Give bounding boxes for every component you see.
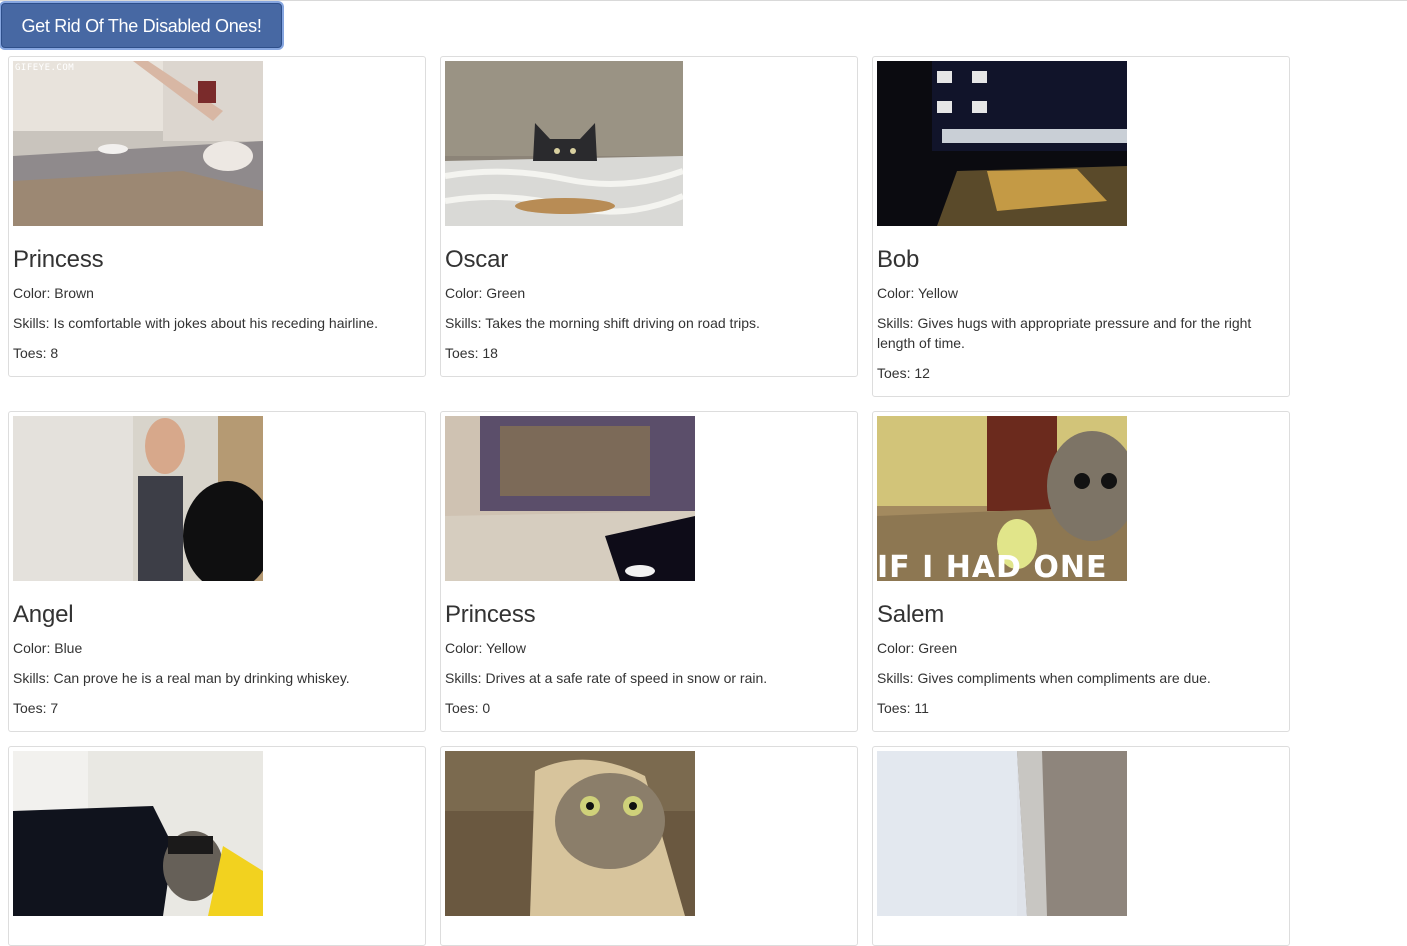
cat-toes: Toes: 18 bbox=[445, 345, 498, 361]
cat-toes: Toes: 11 bbox=[877, 700, 929, 716]
cat-card: IF I HAD ONE Salem Color: Green Skills: … bbox=[872, 411, 1290, 732]
cat-toes: Toes: 12 bbox=[877, 365, 930, 381]
cat-image bbox=[13, 416, 263, 581]
cat-skills: Skills: Gives hugs with appropriate pres… bbox=[877, 315, 1252, 351]
cat-card bbox=[440, 746, 858, 946]
cat-card: Oscar Color: Green Skills: Takes the mor… bbox=[440, 56, 858, 377]
cat-color: Color: Blue bbox=[13, 640, 83, 656]
get-rid-of-disabled-button[interactable]: Get Rid Of The Disabled Ones! bbox=[1, 3, 282, 48]
cat-toes: Toes: 7 bbox=[13, 700, 59, 716]
cat-toes: Toes: 0 bbox=[445, 700, 491, 716]
cat-image bbox=[445, 61, 683, 226]
cat-name: Bob bbox=[877, 246, 920, 273]
cat-card bbox=[872, 746, 1290, 946]
cat-skills: Skills: Can prove he is a real man by dr… bbox=[13, 670, 350, 686]
cat-color: Color: Yellow bbox=[877, 285, 958, 301]
cat-color: Color: Brown bbox=[13, 285, 94, 301]
watermark-text: GIFEYE.COM bbox=[15, 63, 75, 73]
cat-skills: Skills: Is comfortable with jokes about … bbox=[13, 315, 378, 331]
cat-card: GIFEYE.COM Princess Color: Brown Skills:… bbox=[8, 56, 426, 377]
cat-card: Angel Color: Blue Skills: Can prove he i… bbox=[8, 411, 426, 732]
image-caption-text: IF I HAD ONE bbox=[877, 550, 1108, 581]
cat-name: Oscar bbox=[445, 246, 509, 273]
cat-card: Princess Color: Yellow Skills: Drives at… bbox=[440, 411, 858, 732]
cat-image bbox=[13, 751, 263, 916]
cat-color: Color: Green bbox=[877, 640, 958, 656]
cat-color: Color: Yellow bbox=[445, 640, 526, 656]
cat-name: Princess bbox=[445, 601, 536, 628]
cat-image bbox=[877, 61, 1127, 226]
cat-name: Angel bbox=[13, 601, 74, 628]
cat-image: IF I HAD ONE bbox=[877, 416, 1127, 581]
cat-color: Color: Green bbox=[445, 285, 526, 301]
cat-image bbox=[445, 416, 695, 581]
cat-image bbox=[877, 751, 1127, 916]
cat-skills: Skills: Drives at a safe rate of speed i… bbox=[445, 670, 768, 686]
cat-skills: Skills: Gives compliments when complimen… bbox=[877, 670, 1211, 686]
cat-name: Salem bbox=[877, 601, 945, 628]
cat-card: Bob Color: Yellow Skills: Gives hugs wit… bbox=[872, 56, 1290, 397]
cat-card bbox=[8, 746, 426, 946]
cat-image bbox=[445, 751, 695, 916]
cat-skills: Skills: Takes the morning shift driving … bbox=[445, 315, 760, 331]
cat-image: GIFEYE.COM bbox=[13, 61, 263, 226]
cat-name: Princess bbox=[13, 246, 104, 273]
cat-toes: Toes: 8 bbox=[13, 345, 59, 361]
